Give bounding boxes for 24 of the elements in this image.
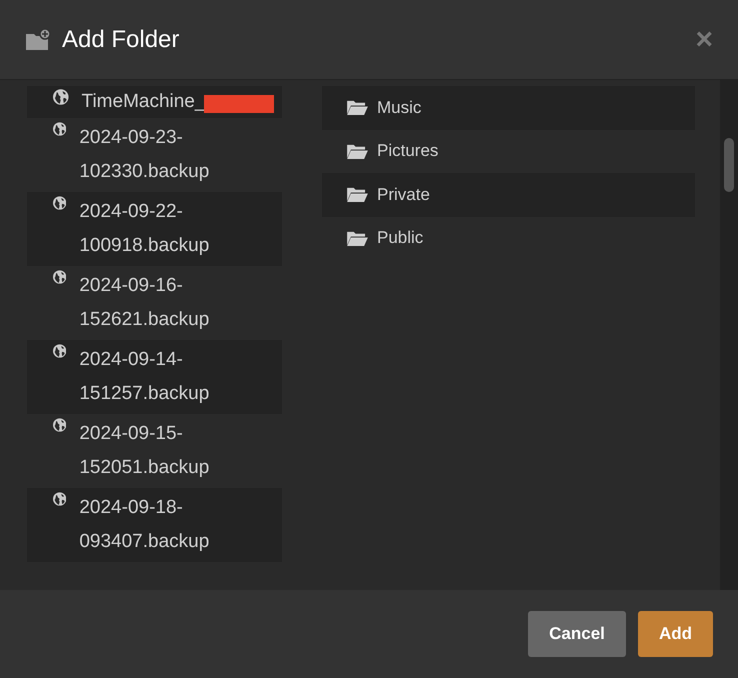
backup-item[interactable]: 2024-09-14-151257.backup bbox=[27, 340, 282, 414]
folder-name: Public bbox=[377, 228, 424, 248]
backup-item[interactable]: 2024-09-18-093407.backup bbox=[27, 488, 282, 562]
backup-item[interactable]: 2024-09-23-102330.backup bbox=[27, 118, 282, 192]
folder-name: Music bbox=[377, 98, 422, 118]
folder-item[interactable]: Pictures bbox=[322, 130, 695, 173]
folder-name: Pictures bbox=[377, 141, 438, 162]
backup-name: 2024-09-22-100918.backup bbox=[79, 200, 210, 258]
folder-item[interactable]: Public bbox=[322, 216, 695, 260]
folder-item[interactable]: Private bbox=[322, 173, 695, 216]
backup-item[interactable]: 2024-09-16-152621.backup bbox=[27, 266, 282, 340]
dialog-title: Add Folder bbox=[62, 26, 180, 54]
backup-item[interactable]: TimeMachine_ bbox=[27, 86, 282, 118]
backup-name: 2024-09-23-102330.backup bbox=[79, 126, 210, 184]
backup-item[interactable]: 2024-09-22-100918.backup bbox=[27, 192, 282, 266]
backup-name: 2024-09-18-093407.backup bbox=[79, 496, 210, 554]
backup-name: 2024-09-16-152621.backup bbox=[79, 274, 210, 332]
folder-name: Private bbox=[377, 184, 430, 205]
folder-item[interactable]: Music bbox=[322, 86, 695, 130]
backup-name: TimeMachine_ bbox=[82, 90, 202, 114]
backup-item[interactable]: 2024-09-15-152051.backup bbox=[27, 414, 282, 488]
backup-name: 2024-09-14-151257.backup bbox=[79, 348, 210, 406]
backup-name: 2024-09-15-152051.backup bbox=[79, 422, 210, 480]
cancel-button[interactable]: Cancel bbox=[528, 611, 626, 657]
